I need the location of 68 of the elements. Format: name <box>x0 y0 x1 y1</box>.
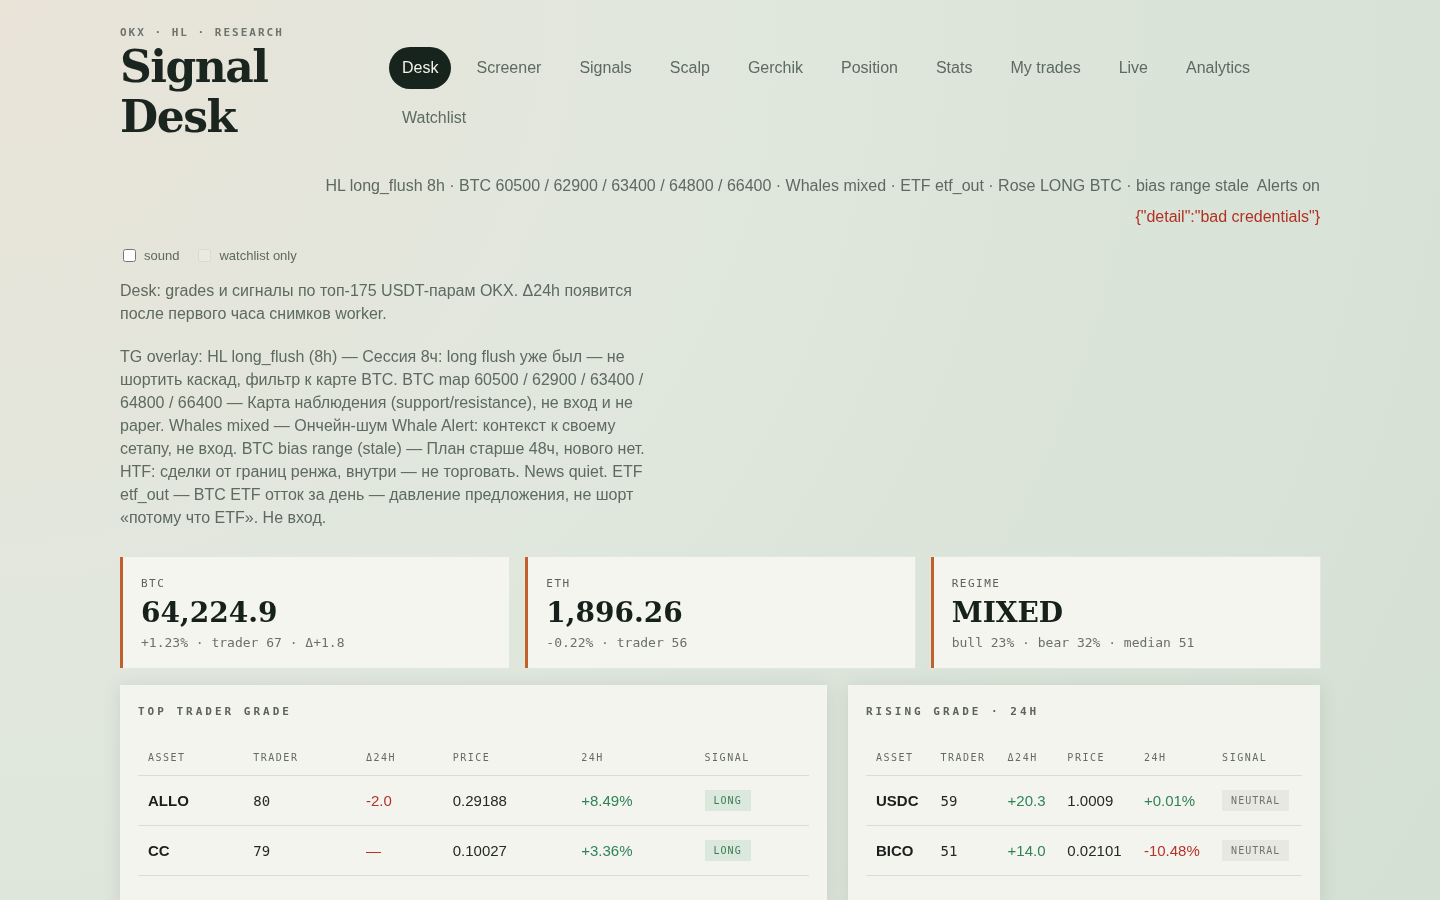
table-cell: 1.0009 <box>1057 775 1134 826</box>
panel-title: TOP TRADER GRADE <box>138 705 292 718</box>
app-title: Desk <box>120 95 236 139</box>
note-paragraph: Desk: grades и сигналы по топ-175 USDT-парам OKX. Δ24h появится после первого часа снимков worker. <box>120 281 633 324</box>
table-cell: +14.0 <box>997 825 1058 876</box>
stat-detail: +1.23% · trader 67 · Δ+1.8 <box>141 635 345 650</box>
checkbox-label: watchlist only <box>219 248 297 263</box>
column-header: 24H <box>571 740 695 776</box>
table-cell: 0.10027 <box>442 825 572 876</box>
table-cell: -10.48% <box>1133 825 1213 876</box>
nav-tab[interactable]: Analytics <box>1173 47 1264 89</box>
signal-tag: LONG <box>704 840 751 861</box>
stat-value: MIXED <box>951 596 1064 629</box>
nav-tab[interactable]: Gerchik <box>734 47 816 89</box>
table-cell: 0.02101 <box>1057 825 1134 876</box>
column-header: Δ24H <box>356 740 443 776</box>
nav-tab[interactable]: Live <box>1105 47 1161 89</box>
nav-tab[interactable]: Stats <box>922 47 986 89</box>
status-summary: HL long_flush 8h · BTC 60500 / 62900 / 63400 / 64800 / 66400 · Whales mixed · ETF etf_out · Rose LONG BTC · bias range stale <box>325 177 1249 194</box>
nav-tab[interactable]: Screener <box>463 47 555 89</box>
asset-cell: BICO <box>866 825 931 876</box>
table-cell: +20.3 <box>997 775 1058 826</box>
table-cell: 51 <box>930 825 998 876</box>
table-cell: +0.01% <box>1133 775 1213 826</box>
table-cell: 59 <box>930 775 998 826</box>
alerts-status: Alerts on <box>1256 177 1320 194</box>
stat-label: REGIME <box>951 577 1001 590</box>
table-cell: 80 <box>243 775 356 826</box>
checkbox[interactable] <box>123 249 136 262</box>
stat-detail: -0.22% · trader 56 <box>546 635 688 650</box>
nav-tab[interactable]: My trades <box>997 47 1094 89</box>
stat-label: BTC <box>141 577 166 590</box>
stat-value: 1,896.26 <box>546 596 683 629</box>
table-cell: +8.49% <box>571 775 695 826</box>
table-cell: 0.29188 <box>442 775 572 826</box>
column-header: Δ24H <box>997 740 1058 776</box>
column-header: SIGNAL <box>1212 740 1302 776</box>
panel-title: RISING GRADE · 24H <box>866 705 1040 718</box>
column-header: ASSET <box>866 740 931 776</box>
column-header: 24H <box>1133 740 1213 776</box>
error-message: {"detail":"bad credentials"} <box>1135 208 1320 225</box>
nav-tab[interactable]: Watchlist <box>389 97 480 139</box>
table-cell: -2.0 <box>356 775 443 826</box>
checkbox-label: sound <box>144 248 180 263</box>
signal-tag: NEUTRAL <box>1222 840 1290 861</box>
table-cell: — <box>356 825 443 876</box>
column-header: PRICE <box>442 740 572 776</box>
column-header: TRADER <box>930 740 998 776</box>
asset-cell: USDC <box>866 775 931 826</box>
column-header: SIGNAL <box>694 740 809 776</box>
note-paragraph: TG overlay: HL long_flush (8h) — Сессия 8ч: long flush уже был — не шортить каскад, фильтр к карте BTC. BTC map 60500 / 62900 / 63400 / 64800 / 66400 — Карта наблюдения (support/resistance), не вход и не paper. Whales mixed — Ончейн-шум Whale Alert: контекст к своему сетапу, не вход. BTC bias range (stale) — План старше 48ч, нового нет. HTF: сделки от границ ренжа, внутри — не торговать. News quiet. ETF etf_out — BTC ETF отток за день — давление предложения, не шорт «потому что ETF». Не вход. <box>120 347 646 528</box>
brand-kicker: OKX · HL · RESEARCH <box>120 26 285 39</box>
nav-tab[interactable]: Signals <box>566 47 645 89</box>
stat-value: 64,224.9 <box>141 596 278 629</box>
asset-cell: CC <box>138 825 244 876</box>
signal-tag: NEUTRAL <box>1222 790 1290 811</box>
column-header: TRADER <box>243 740 356 776</box>
nav-tab[interactable]: Scalp <box>656 47 723 89</box>
nav-tab[interactable]: Desk <box>389 47 452 89</box>
column-header: PRICE <box>1057 740 1134 776</box>
stat-detail: bull 23% · bear 32% · median 51 <box>951 635 1195 650</box>
table-cell: +3.36% <box>571 825 695 876</box>
signal-tag: LONG <box>704 790 751 811</box>
nav-tab[interactable]: Position <box>828 47 911 89</box>
asset-cell: ALLO <box>138 775 244 826</box>
column-header: ASSET <box>138 740 244 776</box>
table-cell: 79 <box>243 825 356 876</box>
stat-label: ETH <box>546 577 571 590</box>
